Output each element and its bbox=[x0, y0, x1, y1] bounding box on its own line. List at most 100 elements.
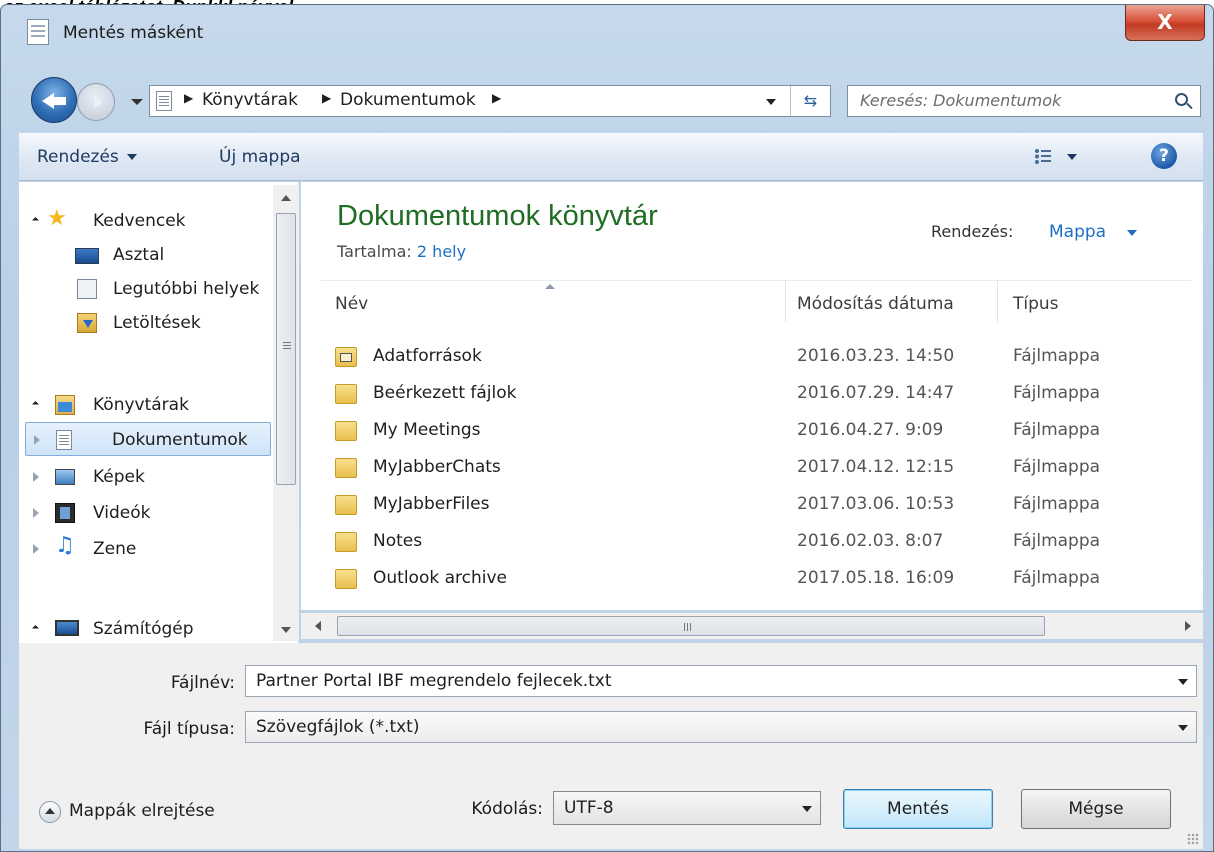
table-row[interactable]: Adatforrások 2016.03.23. 14:50 Fájlmappa bbox=[301, 340, 1203, 376]
breadcrumb-libraries[interactable]: Könyvtárak bbox=[202, 90, 298, 110]
chevron-down-icon[interactable] bbox=[1178, 725, 1188, 731]
star-icon: ★ bbox=[47, 206, 67, 231]
chevron-down-icon bbox=[126, 154, 137, 160]
table-row[interactable]: Outlook archive 2017.05.18. 16:09 Fájlma… bbox=[301, 562, 1203, 598]
column-divider[interactable] bbox=[785, 280, 786, 322]
nav-music[interactable]: ♫ Zene bbox=[29, 532, 279, 566]
hide-folders-button[interactable]: Mappák elrejtése bbox=[69, 801, 215, 821]
view-dropdown-icon[interactable] bbox=[1067, 154, 1077, 160]
nav-favorites[interactable]: ★ Kedvencek bbox=[29, 204, 279, 238]
nav-favorites-label: Kedvencek bbox=[93, 211, 186, 231]
scrollbar-thumb[interactable] bbox=[337, 616, 1045, 636]
close-button[interactable]: X bbox=[1125, 5, 1205, 41]
new-folder-button[interactable]: Új mappa bbox=[219, 147, 301, 167]
collapsed-arrow-icon[interactable] bbox=[33, 544, 39, 554]
nav-downloads[interactable]: Letöltések bbox=[29, 306, 279, 340]
folder-icon bbox=[335, 532, 357, 552]
file-type: Fájlmappa bbox=[1013, 494, 1101, 514]
nav-pictures[interactable]: Képek bbox=[29, 460, 279, 494]
nav-recent-places[interactable]: Legutóbbi helyek bbox=[29, 272, 283, 306]
file-date: 2016.03.23. 14:50 bbox=[797, 346, 955, 366]
cancel-button[interactable]: Mégse bbox=[1021, 789, 1171, 829]
title-bar: Mentés másként X bbox=[1, 5, 1213, 57]
filename-field[interactable]: Partner Portal IBF megrendelo fejlecek.t… bbox=[245, 665, 1197, 697]
file-list-pane: Dokumentumok könyvtár Tartalma: 2 hely R… bbox=[301, 182, 1203, 610]
search-icon[interactable] bbox=[1175, 93, 1188, 106]
document-library-icon bbox=[156, 91, 172, 111]
nav-computer-label: Számítógép bbox=[93, 619, 194, 639]
help-icon[interactable]: ? bbox=[1151, 143, 1177, 169]
organize-button[interactable]: Rendezés bbox=[37, 147, 137, 167]
collapsed-arrow-icon[interactable] bbox=[34, 435, 40, 445]
refresh-icon[interactable]: ⇆ bbox=[790, 86, 830, 116]
scroll-down-icon[interactable] bbox=[281, 627, 291, 633]
file-name: My Meetings bbox=[373, 420, 481, 440]
breadcrumb-separator[interactable]: ▶ bbox=[184, 91, 193, 105]
breadcrumb-separator[interactable]: ▶ bbox=[492, 91, 501, 105]
desktop-icon bbox=[75, 248, 99, 264]
folder-icon bbox=[335, 458, 357, 478]
address-bar[interactable]: ▶ Könyvtárak ▶ Dokumentumok ▶ ⇆ bbox=[149, 85, 831, 117]
file-name: Outlook archive bbox=[373, 568, 507, 588]
arrange-by-dropdown[interactable]: Mappa bbox=[1049, 222, 1106, 242]
scrollbar-thumb[interactable] bbox=[276, 213, 296, 485]
documents-icon bbox=[56, 430, 72, 450]
nav-libraries[interactable]: Könyvtárak bbox=[29, 388, 279, 422]
collapsed-arrow-icon[interactable] bbox=[33, 508, 39, 518]
chevron-down-icon[interactable] bbox=[802, 806, 812, 812]
nav-videos[interactable]: Videók bbox=[29, 496, 279, 530]
file-type: Fájlmappa bbox=[1013, 420, 1101, 440]
scroll-left-icon[interactable] bbox=[315, 621, 321, 631]
file-name: Notes bbox=[373, 531, 423, 551]
recent-pages-dropdown[interactable] bbox=[131, 99, 143, 105]
search-input[interactable]: Keresés: Dokumentumok bbox=[847, 85, 1201, 117]
table-row[interactable]: Notes 2016.02.03. 8:07 Fájlmappa bbox=[301, 525, 1203, 561]
filename-value: Partner Portal IBF megrendelo fejlecek.t… bbox=[256, 671, 612, 691]
expanded-arrow-icon[interactable] bbox=[31, 400, 40, 409]
column-header-date-modified[interactable]: Módosítás dátuma bbox=[797, 294, 954, 314]
table-row[interactable]: Beérkezett fájlok 2016.07.29. 14:47 Fájl… bbox=[301, 377, 1203, 413]
nav-documents[interactable]: Dokumentumok bbox=[25, 422, 271, 456]
expanded-arrow-icon[interactable] bbox=[31, 624, 40, 633]
address-dropdown-icon[interactable] bbox=[766, 99, 776, 105]
scroll-up-icon[interactable] bbox=[281, 195, 291, 201]
navigation-pane: ★ Kedvencek Asztal Legutóbbi helyek Letö… bbox=[19, 182, 299, 644]
folder-icon bbox=[335, 347, 357, 367]
file-list-horizontal-scrollbar[interactable] bbox=[301, 613, 1203, 639]
breadcrumb-separator[interactable]: ▶ bbox=[322, 91, 331, 105]
arrange-by-label: Rendezés: bbox=[931, 222, 1014, 241]
encoding-select[interactable]: UTF-8 bbox=[553, 791, 821, 825]
filename-label: Fájlnév: bbox=[170, 673, 235, 693]
table-row[interactable]: My Meetings 2016.04.27. 9:09 Fájlmappa bbox=[301, 414, 1203, 450]
resize-grip[interactable] bbox=[1187, 833, 1199, 845]
breadcrumb-documents[interactable]: Dokumentumok bbox=[340, 90, 476, 110]
scroll-right-icon[interactable] bbox=[1185, 621, 1191, 631]
back-button[interactable] bbox=[31, 77, 77, 123]
filetype-select[interactable]: Szövegfájlok (*.txt) bbox=[245, 711, 1197, 743]
downloads-icon bbox=[77, 313, 97, 333]
save-button[interactable]: Mentés bbox=[843, 789, 993, 829]
file-name: MyJabberFiles bbox=[373, 494, 490, 514]
file-name: Beérkezett fájlok bbox=[373, 383, 517, 403]
table-row[interactable]: MyJabberChats 2017.04.12. 12:15 Fájlmapp… bbox=[301, 451, 1203, 487]
collapsed-arrow-icon[interactable] bbox=[33, 472, 39, 482]
collapse-up-icon[interactable] bbox=[39, 801, 61, 823]
encoding-value: UTF-8 bbox=[564, 798, 614, 818]
column-header-name[interactable]: Név bbox=[335, 294, 368, 314]
window-title: Mentés másként bbox=[63, 23, 204, 43]
file-date: 2016.02.03. 8:07 bbox=[797, 531, 944, 551]
expanded-arrow-icon[interactable] bbox=[31, 216, 40, 225]
chevron-down-icon[interactable] bbox=[1178, 679, 1188, 685]
includes-locations-link[interactable]: 2 hely bbox=[417, 242, 466, 261]
table-row[interactable]: MyJabberFiles 2017.03.06. 10:53 Fájlmapp… bbox=[301, 488, 1203, 524]
nav-documents-label: Dokumentumok bbox=[112, 430, 248, 450]
nav-desktop[interactable]: Asztal bbox=[29, 238, 279, 272]
nav-computer[interactable]: Számítógép bbox=[29, 612, 279, 644]
forward-button[interactable] bbox=[77, 83, 115, 121]
column-divider[interactable] bbox=[997, 280, 998, 322]
save-options-panel: Fájlnév: Partner Portal IBF megrendelo f… bbox=[19, 643, 1203, 849]
chevron-down-icon[interactable] bbox=[1127, 230, 1137, 236]
column-header-type[interactable]: Típus bbox=[1013, 294, 1059, 314]
navigation-scrollbar[interactable] bbox=[273, 185, 299, 641]
view-options-icon[interactable] bbox=[1035, 149, 1053, 164]
